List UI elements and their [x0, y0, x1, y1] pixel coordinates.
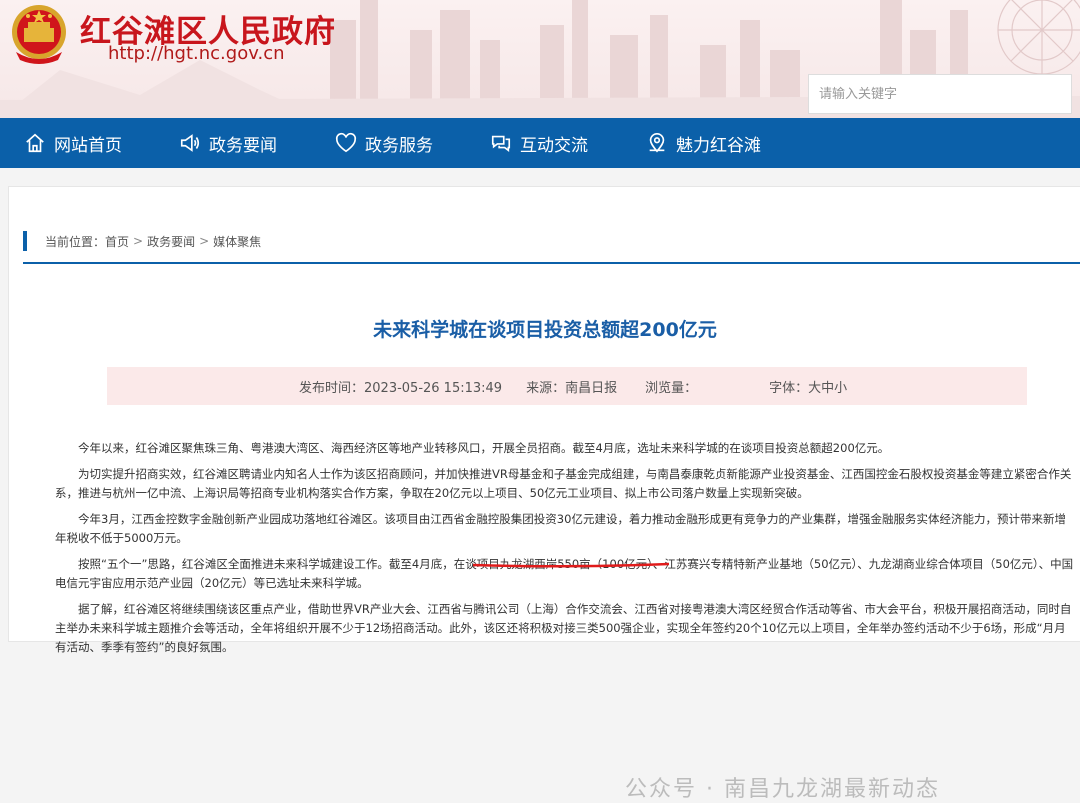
breadcrumb-prefix: 当前位置： — [45, 234, 106, 249]
breadcrumb-divider — [23, 262, 1080, 264]
nav-item-label: 魅力红谷滩 — [676, 135, 761, 156]
home-icon — [26, 133, 44, 153]
location-icon — [649, 133, 665, 153]
nav-item-interaction[interactable]: 互动交流 — [490, 118, 588, 168]
nav-item-home[interactable]: 网站首页 — [24, 118, 122, 168]
article-meta: 发布时间：2023-05-26 15:13:49 来源：南昌日报 浏览量： 字体… — [107, 367, 1027, 405]
site-url[interactable]: http://hgt.nc.gov.cn — [108, 43, 285, 64]
breadcrumb-home[interactable]: 首页 — [105, 233, 129, 250]
article-paragraph: 今年以来，红谷滩区聚焦珠三角、粤港澳大湾区、海西经济区等地产业转移风口，开展全员… — [78, 441, 890, 455]
breadcrumb-separator: > — [133, 234, 144, 248]
article-paragraph: 为切实提升招商实效，红谷滩区聘请业内知名人士作为该区招商顾问，并加快推进VR母基… — [55, 467, 1072, 500]
main-nav: 网站首页 政务要闻 政务服务 互动交流 魅力红谷滩 — [0, 118, 1080, 168]
nav-item-label: 政务服务 — [365, 135, 433, 156]
publish-time: 发布时间：2023-05-26 15:13:49 — [299, 380, 503, 396]
red-underline-annotation — [472, 562, 670, 568]
nav-item-services[interactable]: 政务服务 — [335, 118, 433, 168]
nav-item-charm[interactable]: 魅力红谷滩 — [646, 118, 761, 168]
article-body: 今年以来，红谷滩区聚焦珠三角、粤港澳大湾区、海西经济区等地产业转移风口，开展全员… — [55, 439, 1075, 664]
article-paragraph: 据了解，红谷滩区将继续围绕该区重点产业，借助世界VR产业大会、江西省与腾讯公司（… — [55, 602, 1072, 654]
breadcrumb-separator: > — [199, 234, 210, 248]
content-panel: 当前位置： 首页 > 政务要闻 > 媒体聚焦 未来科学城在谈项目投资总额超200… — [8, 186, 1080, 802]
article-source: 来源：南昌日报 — [526, 380, 618, 396]
site-header: 红谷滩区人民政府 http://hgt.nc.gov.cn — [0, 0, 1080, 118]
breadcrumb: 当前位置： 首页 > 政务要闻 > 媒体聚焦 — [23, 231, 261, 251]
chat-icon — [491, 135, 511, 152]
paragraph-text: 按照“五个一”思路，红谷滩区全面推进未来科学城建设工作。截至4月底， — [78, 557, 454, 571]
view-count: 浏览量： — [645, 380, 698, 396]
heart-shield-icon — [335, 132, 357, 153]
article-paragraph: 今年3月，江西金控数字金融创新产业园成功落地红谷滩区。该项目由江西省金融控股集团… — [55, 512, 1066, 545]
nav-item-news[interactable]: 政务要闻 — [179, 118, 277, 168]
nav-item-label: 互动交流 — [520, 135, 588, 156]
megaphone-icon — [180, 134, 200, 152]
search-input[interactable] — [809, 75, 1080, 113]
article-paragraph: 按照“五个一”思路，红谷滩区全面推进未来科学城建设工作。截至4月底，在谈项目九龙… — [55, 555, 1075, 593]
breadcrumb-news[interactable]: 政务要闻 — [147, 233, 195, 250]
breadcrumb-media[interactable]: 媒体聚焦 — [213, 233, 261, 250]
breadcrumb-marker — [23, 231, 27, 251]
search-box — [808, 74, 1080, 114]
watermark: 公众号 · 南昌九龙湖最新动态 — [625, 777, 940, 802]
national-emblem-icon — [12, 5, 66, 64]
nav-item-label: 政务要闻 — [209, 135, 277, 156]
article-title: 未来科学城在谈项目投资总额超200亿元 — [373, 319, 717, 341]
nav-item-label: 网站首页 — [54, 135, 122, 156]
font-size-selector[interactable]: 字体：大中小 — [769, 377, 847, 396]
